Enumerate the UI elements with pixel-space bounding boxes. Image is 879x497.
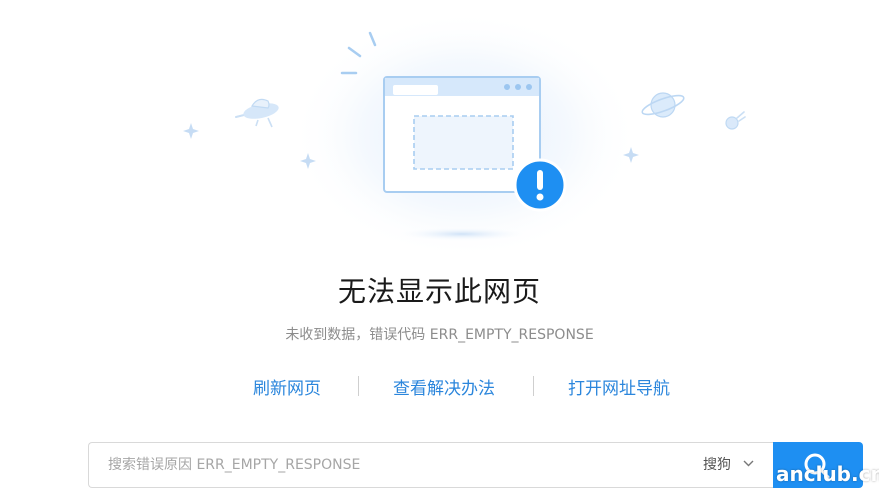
comet-icon <box>725 111 746 130</box>
search-bar: 搜狗 <box>88 442 774 488</box>
refresh-link[interactable]: 刷新网页 <box>253 374 321 399</box>
planet-icon <box>641 92 685 118</box>
view-solutions-link[interactable]: 查看解决办法 <box>393 374 495 399</box>
action-links: 刷新网页 查看解决办法 打开网址导航 <box>0 374 879 400</box>
exclamation-icon <box>513 158 567 212</box>
chevron-down-icon <box>743 460 754 466</box>
error-illustration <box>183 10 746 260</box>
search-engine-select[interactable]: 搜狗 <box>703 443 754 487</box>
divider <box>533 376 534 396</box>
search-engine-label: 搜狗 <box>703 457 731 473</box>
page-title: 无法显示此网页 <box>337 275 541 308</box>
open-url-navigation-link[interactable]: 打开网址导航 <box>568 374 670 399</box>
ufo-icon <box>235 98 279 128</box>
error-page: 无法显示此网页 未收到数据，错误代码 ERR_EMPTY_RESPONSE 刷新… <box>0 0 879 497</box>
floor-shadow <box>394 227 530 241</box>
divider <box>358 376 359 396</box>
error-code-text: 未收到数据，错误代码 ERR_EMPTY_RESPONSE <box>285 327 594 343</box>
search-input[interactable] <box>89 443 679 487</box>
site-watermark: anclub.cn <box>776 462 879 486</box>
